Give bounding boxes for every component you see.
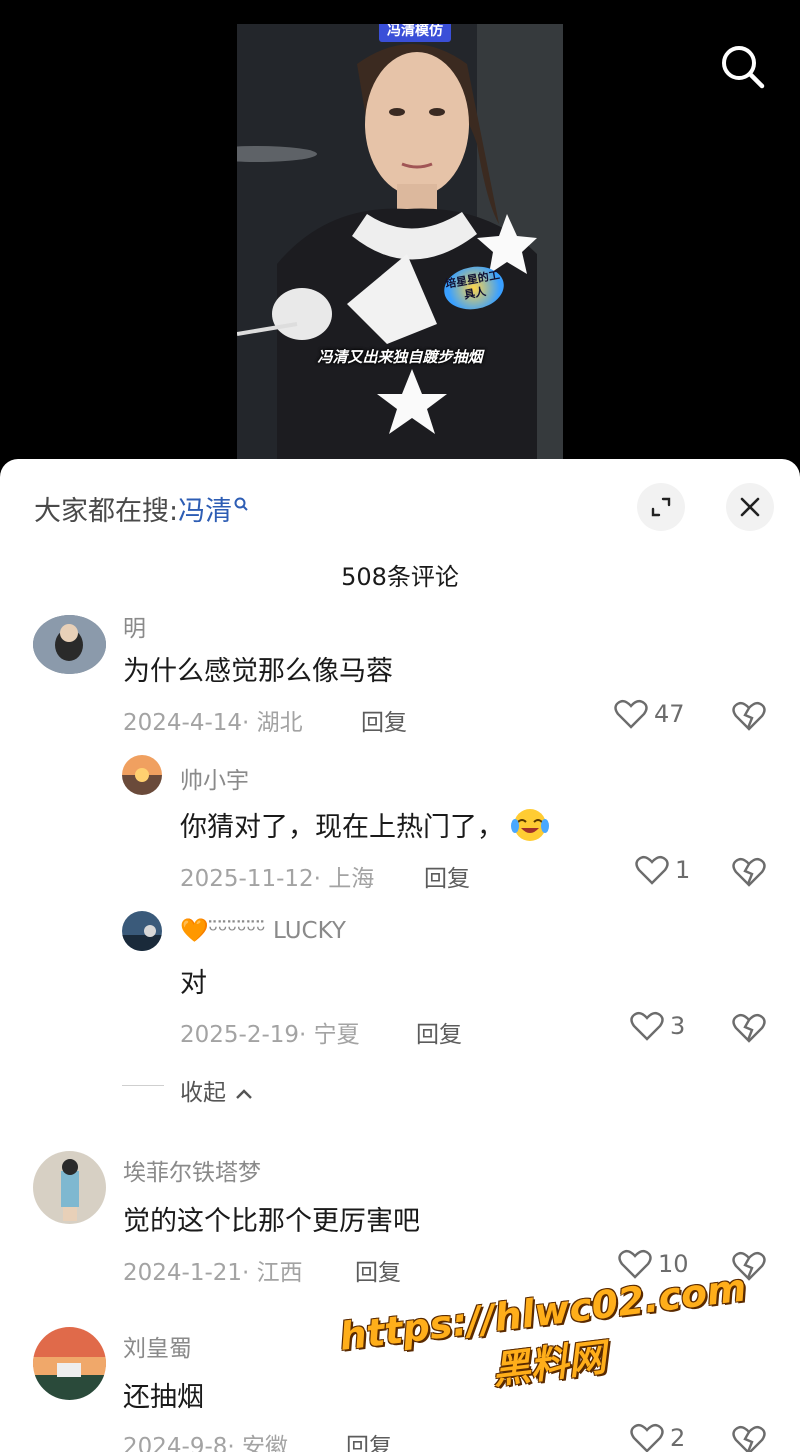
username[interactable]: 🧡ᵕ̈ᵕ̈ᵕ̈ᵕ̈ᵕ̈ᵕ̈ LUCKY (180, 917, 346, 944)
like-button[interactable]: 2 (630, 1423, 685, 1452)
hot-search-label: 大家都在搜: (34, 496, 179, 527)
broken-heart-icon (732, 857, 766, 887)
avatar[interactable] (122, 755, 162, 795)
collapse-label: 收起 (180, 1080, 226, 1106)
avatar[interactable] (122, 911, 162, 951)
avatar[interactable] (33, 615, 106, 674)
expand-button[interactable] (637, 483, 685, 531)
close-icon (740, 497, 760, 517)
avatar[interactable] (33, 1327, 106, 1400)
crying-laughing-emoji-icon (510, 806, 550, 849)
username[interactable]: 明 (123, 609, 146, 643)
comment-meta: 2025-2-19· 宁夏 (180, 1022, 360, 1048)
comment-text: 为什么感觉那么像马蓉 (123, 656, 393, 687)
reply-button[interactable]: 回复 (361, 703, 407, 737)
like-button[interactable]: 1 (635, 855, 690, 885)
video-tag: 冯清模仿 (379, 24, 451, 42)
reply-button[interactable]: 回复 (355, 1253, 401, 1287)
like-count: 3 (670, 1012, 686, 1040)
comment-meta: 2024-9-8· 安徽 (123, 1434, 289, 1452)
heart-icon (635, 855, 669, 885)
collapse-divider (122, 1085, 164, 1086)
expand-icon (651, 497, 671, 517)
comment-text: 你猜对了，现在上热门了， (180, 805, 550, 849)
like-count: 47 (654, 700, 685, 728)
video-scene-image (237, 24, 563, 460)
collapse-replies-button[interactable]: 收起 (180, 1073, 253, 1107)
video-caption: 冯清又出来独自踱步抽烟 (317, 348, 483, 366)
hot-search[interactable]: 大家都在搜:冯清 (34, 489, 248, 528)
hot-search-term[interactable]: 冯清 (178, 496, 232, 527)
dislike-button[interactable] (732, 1013, 766, 1047)
close-button[interactable] (726, 483, 774, 531)
avatar[interactable] (33, 1151, 106, 1224)
reply-button[interactable]: 回复 (346, 1427, 392, 1452)
heart-icon (630, 1423, 664, 1452)
like-button[interactable]: 3 (630, 1011, 685, 1041)
dislike-button[interactable] (732, 857, 766, 891)
broken-heart-icon (732, 1013, 766, 1043)
comment-meta: 2025-11-12· 上海 (180, 866, 375, 892)
search-icon[interactable] (720, 44, 766, 90)
reply-button[interactable]: 回复 (416, 1015, 462, 1049)
dislike-button[interactable] (732, 701, 766, 735)
username[interactable]: 埃菲尔铁塔梦 (123, 1153, 261, 1187)
like-count: 2 (670, 1424, 686, 1452)
broken-heart-icon (732, 701, 766, 731)
comment-text: 觉的这个比那个更厉害吧 (123, 1206, 420, 1237)
video-player[interactable]: 冯清模仿 培星星的工具人 冯清又出来独自踱步抽烟 (0, 0, 800, 470)
comment-count: 508条评论 (341, 563, 459, 591)
username[interactable]: 刘皇蜀 (123, 1329, 192, 1363)
video-frame[interactable]: 冯清模仿 培星星的工具人 冯清又出来独自踱步抽烟 (237, 24, 563, 460)
broken-heart-icon (732, 1425, 766, 1452)
username[interactable]: 帅小宇 (180, 761, 249, 795)
heart-icon (614, 699, 648, 729)
small-search-icon (234, 489, 248, 520)
dislike-button[interactable] (732, 1425, 766, 1452)
heart-icon (630, 1011, 664, 1041)
like-button[interactable]: 47 (614, 699, 685, 729)
comment-text: 还抽烟 (123, 1382, 204, 1413)
comment-text: 对 (180, 968, 207, 999)
like-count: 1 (675, 856, 691, 884)
reply-button[interactable]: 回复 (424, 859, 470, 893)
chevron-up-icon (236, 1089, 253, 1099)
comment-meta: 2024-4-14· 湖北 (123, 710, 303, 736)
comment-meta: 2024-1-21· 江西 (123, 1260, 303, 1286)
